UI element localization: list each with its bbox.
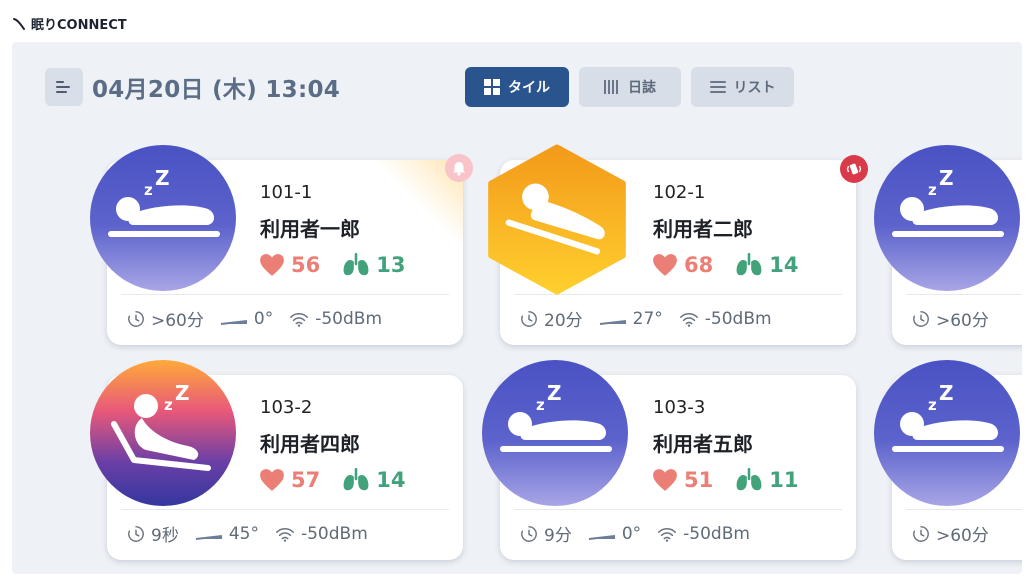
view-switcher: タイル 日誌 リスト [465,67,794,107]
respiration-rate: 14 [769,253,799,277]
room-number: 103-2 [260,397,313,418]
diary-icon [604,80,618,94]
vitals: 51 11 [652,468,798,492]
clock-icon [912,525,930,543]
bed-angle-icon [588,527,616,541]
clock-icon [127,310,145,328]
heart-rate: 68 [684,253,714,277]
card-divider [121,294,449,295]
respiration-rate: 13 [376,253,406,277]
card-footer: >60分 [912,521,1005,546]
menu-button[interactable] [45,68,83,106]
wifi-signal-icon [657,525,677,543]
lungs-icon [735,253,763,277]
tab-diary[interactable]: 日誌 [579,67,681,107]
bed-angle-icon [195,527,223,541]
heart-rate: 56 [291,253,321,277]
tab-diary-label: 日誌 [628,80,656,96]
bed-angle: 45° [228,523,259,544]
card-footer: >60分 [912,306,1005,331]
state-duration: >60分 [936,526,989,546]
brand-logo-icon [13,17,25,30]
resident-name: 利用者一郎 [260,217,360,241]
card-footer: 9分 0° -50dBm [520,521,766,546]
lungs-icon [735,468,763,492]
resident-name: 利用者四郎 [260,432,360,456]
heart-icon [652,468,678,492]
bed-angle: 0° [621,523,642,544]
heart-rate: 51 [684,468,714,492]
room-number: 102-1 [653,182,706,203]
state-duration: >60分 [151,311,204,331]
card-footer: 20分 27° -50dBm [520,306,788,331]
vitals: 56 13 [259,253,405,277]
bed-angle-icon [220,312,248,326]
respiration-rate: 14 [376,468,406,492]
list-icon [709,81,726,93]
bed-angle: 0° [253,308,274,329]
card-divider [906,509,1022,510]
clock-icon [127,525,145,543]
resident-name: 利用者五郎 [653,432,753,456]
tab-tile-label: タイル [508,80,550,96]
state-duration: >60分 [936,311,989,331]
awake-icon [488,144,626,295]
card-divider [906,294,1022,295]
signal-strength: -50dBm [683,523,750,544]
bed-angle-icon [599,312,627,326]
respiration-rate: 11 [769,468,799,492]
bell-icon[interactable] [445,154,473,182]
sleeping-icon [874,360,1020,506]
grid-icon [484,79,500,95]
tab-list[interactable]: リスト [691,67,794,107]
card-footer: 9秒 45° -50dBm [127,521,384,546]
room-number: 103-3 [653,397,706,418]
sleeping-icon [482,360,628,506]
app-brand: 眠りCONNECT [12,14,127,33]
state-duration: 9秒 [151,526,179,546]
clock-icon [520,525,538,543]
card-divider [121,509,449,510]
sleeping-icon [874,145,1020,291]
heart-icon [259,468,285,492]
clock-icon [520,310,538,328]
clock-icon [912,310,930,328]
brand-name: 眠りCONNECT [31,18,127,33]
state-duration: 20分 [544,311,583,331]
current-datetime: 04月20日 (木) 13:04 [92,77,341,103]
vitals: 57 14 [259,468,405,492]
vitals: 68 14 [652,253,798,277]
app-panel: 04月20日 (木) 13:04 タイル 日誌 リスト 101-1 利用者一郎 … [12,42,1022,574]
state-duration: 9分 [544,526,572,546]
signal-strength: -50dBm [300,523,368,544]
card-footer: >60分 0° -50dBm [127,306,398,331]
svg-text:Z: Z [175,381,190,405]
lungs-icon [342,253,370,277]
tab-list-label: リスト [733,80,776,96]
wifi-signal-icon [679,310,699,328]
menu-icon [56,81,70,93]
signal-strength: -50dBm [704,308,772,329]
sleeping-reclined-icon: z Z [90,360,236,506]
svg-text:z: z [164,396,173,414]
heart-icon [259,253,285,277]
vibrating-phone-icon[interactable] [840,155,868,183]
heart-icon [652,253,678,277]
heart-rate: 57 [291,468,321,492]
sleeping-icon [90,145,236,291]
room-number: 101-1 [260,182,313,203]
signal-strength: -50dBm [315,308,382,329]
lungs-icon [342,468,370,492]
wifi-signal-icon [275,525,295,543]
wifi-signal-icon [289,310,309,328]
tab-tile[interactable]: タイル [465,67,569,107]
bed-angle: 27° [632,308,663,329]
resident-name: 利用者二郎 [653,217,753,241]
card-divider [514,509,842,510]
